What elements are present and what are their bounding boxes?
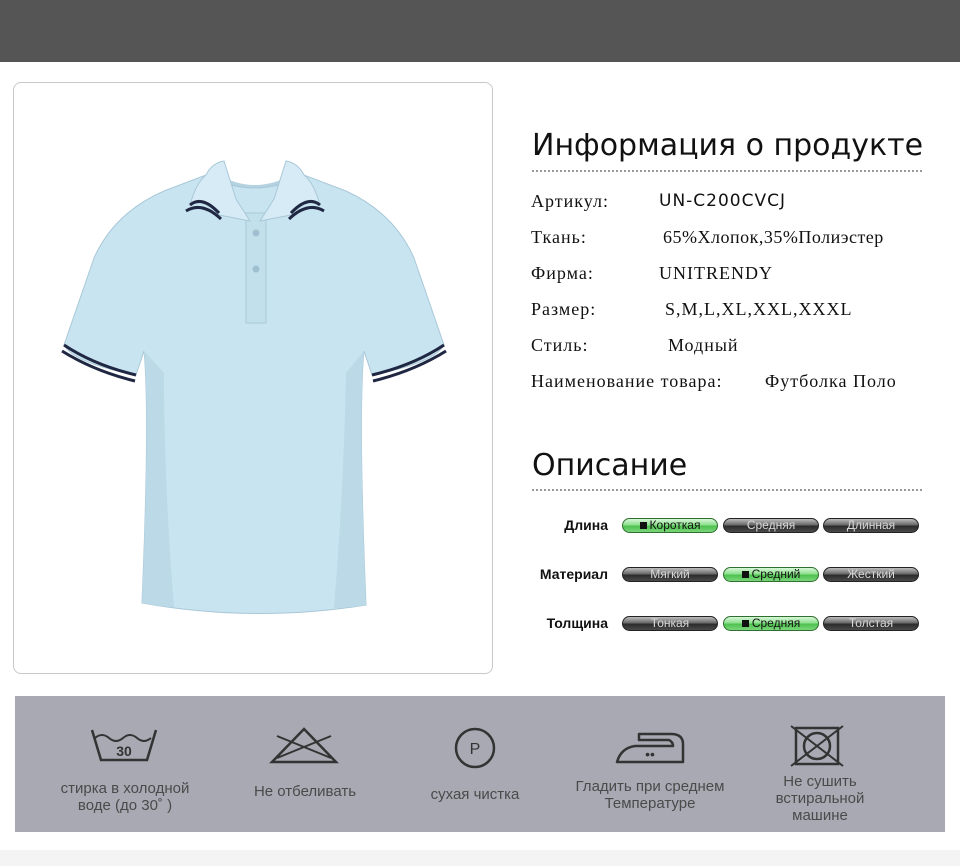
option-thickness-thick: Толстая [823, 616, 919, 631]
info-value: S,M,L,XL,XXL,XXXL [665, 299, 853, 319]
care-text: Не сушить встиральной машине [775, 773, 865, 824]
info-value: Модный [668, 335, 739, 355]
care-text: Не отбеливать [253, 783, 357, 800]
product-info-title: Информация о продукте [532, 128, 924, 163]
info-value: UN-C200CVCJ [659, 191, 786, 211]
option-length-short: Короткая [622, 518, 718, 533]
svg-text:••: •• [645, 746, 655, 762]
option-length-medium: Средняя [723, 518, 819, 533]
care-text: Гладить при среднем Температуре [575, 778, 725, 812]
bottom-strip [0, 850, 960, 866]
info-label: Размер: [531, 299, 597, 319]
info-label: Наименование товара: [531, 371, 723, 391]
svg-text:P: P [470, 741, 481, 758]
title-divider [532, 170, 922, 172]
selected-marker-icon [741, 571, 749, 578]
no-tumble-dry-icon [790, 725, 844, 767]
info-value: UNITRENDY [659, 263, 773, 283]
info-label: Ткань: [531, 227, 587, 247]
attr-label-thickness: Толщина [546, 615, 608, 631]
care-instructions-panel: 30 стирка в холодной воде (до 30˚ ) Не о… [15, 696, 945, 832]
wash-30-icon: 30 [90, 729, 158, 762]
attr-label-length: Длина [564, 517, 608, 533]
no-bleach-icon [269, 727, 339, 764]
info-value: 65%Хлопок,35%Полиэстер [663, 227, 884, 247]
option-thickness-medium: Средняя [723, 616, 819, 631]
care-text: стирка в холодной воде (до 30˚ ) [60, 780, 190, 814]
info-row-fabric: Ткань: 65%Хлопок,35%Полиэстер [531, 227, 883, 248]
top-bar [0, 0, 960, 62]
option-material-soft: Мягкий [622, 567, 718, 582]
care-item-dry-clean: P сухая чистка [415, 696, 555, 832]
info-label: Стиль: [531, 335, 589, 355]
info-row-size: Размер: S,M,L,XL,XXL,XXXL [531, 299, 852, 320]
care-item-iron: •• Гладить при среднем Температуре [555, 696, 745, 832]
option-material-medium: Средний [723, 567, 819, 582]
selected-marker-icon [639, 522, 647, 529]
info-value: Футболка Поло [765, 371, 897, 391]
polo-shirt-image [61, 160, 447, 614]
info-row-brand: Фирма: UNITRENDY [531, 263, 772, 284]
option-length-long: Длинная [823, 518, 919, 533]
svg-text:30: 30 [116, 743, 132, 759]
care-item-wash: 30 стирка в холодной воде (до 30˚ ) [15, 696, 235, 832]
description-divider [532, 489, 922, 491]
product-image-frame [13, 82, 493, 674]
info-row-product-name: Наименование товара: Футболка Поло [531, 371, 896, 392]
selected-marker-icon [741, 620, 749, 627]
care-item-no-tumble-dry: Не сушить встиральной машине [745, 696, 895, 832]
info-row-article: Артикул: UN-C200CVCJ [531, 191, 785, 212]
info-label: Фирма: [531, 263, 594, 283]
info-label: Артикул: [531, 191, 609, 211]
care-text: сухая чистка [430, 786, 520, 803]
iron-medium-icon: •• [615, 732, 685, 764]
dry-clean-p-icon: P [454, 727, 496, 769]
option-thickness-thin: Тонкая [622, 616, 718, 631]
care-item-no-bleach: Не отбеливать [235, 696, 415, 832]
attr-label-material: Материал [539, 566, 608, 582]
description-title: Описание [532, 448, 688, 483]
option-material-hard: Жесткий [823, 567, 919, 582]
info-row-style: Стиль: Модный [531, 335, 738, 356]
